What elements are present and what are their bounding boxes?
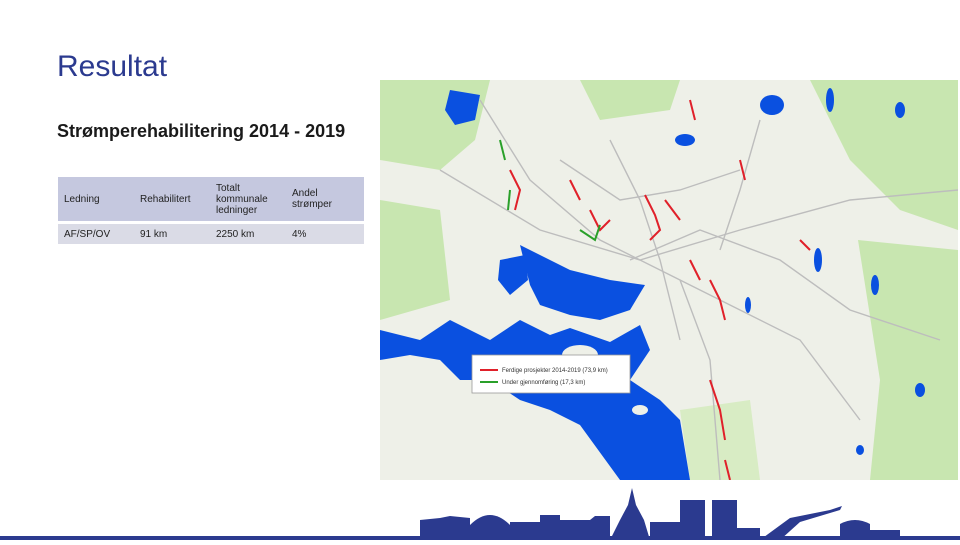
table-header-cell: Rehabilitert [134,177,210,224]
map-graphic: Ferdige prosjekter 2014-2019 (73,9 km) U… [380,80,959,481]
rehab-map: Ferdige prosjekter 2014-2019 (73,9 km) U… [380,80,959,481]
table-cell: 91 km [134,224,210,244]
footer-skyline [0,480,960,540]
oslo-skyline-graphic [0,488,960,540]
table-cell: AF/SP/OV [58,224,134,244]
rehab-table: Ledning Rehabilitert Totalt kommunale le… [58,177,364,244]
table-header-cell: Andel strømper [286,177,364,224]
table-header-row: Ledning Rehabilitert Totalt kommunale le… [58,177,364,224]
slide-subtitle: Strømperehabilitering 2014 - 2019 [57,121,346,141]
slide-title: Resultat [57,50,168,83]
table-cell: 2250 km [210,224,286,244]
table-header-cell: Ledning [58,177,134,224]
table-header-cell: Totalt kommunale ledninger [210,177,286,224]
table-cell: 4% [286,224,364,244]
legend-ongoing: Under gjennomføring (17,3 km) [502,380,585,386]
legend-completed: Ferdige prosjekter 2014-2019 (73,9 km) [502,368,608,374]
table-row: AF/SP/OV 91 km 2250 km 4% [58,224,364,244]
